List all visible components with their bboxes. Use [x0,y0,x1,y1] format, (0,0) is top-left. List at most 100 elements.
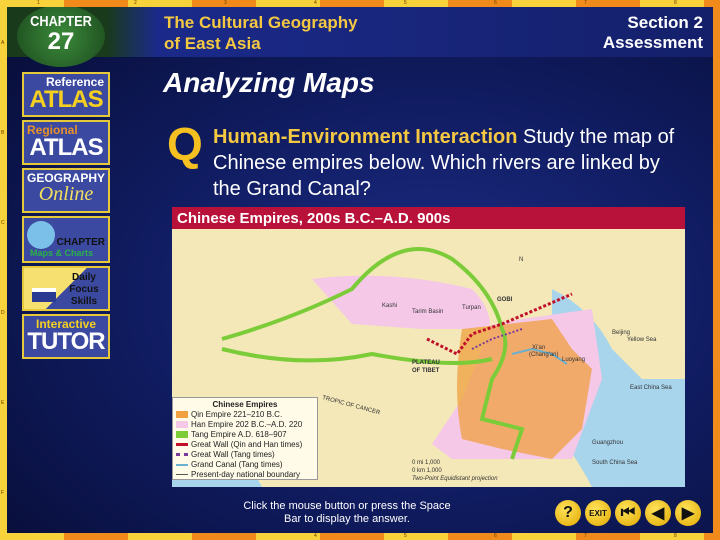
ruler-label: 4 [314,0,317,6]
north-arrow: N [519,257,523,263]
ruler-label: 1 [37,0,40,6]
slide-title: Analyzing Maps [163,67,375,98]
globe-chart-icon [27,221,55,249]
button-label: Daily Focus Skills [69,272,99,307]
legend-label: Great Wall (Tang times) [191,450,275,459]
label-tibet: OF TIBET [412,368,440,374]
swatch [176,463,188,466]
section-line1: Section 2 [627,13,703,32]
ruler-label: 6 [494,533,497,539]
ruler-left: A B C D E F [0,0,7,540]
ruler-label: 3 [224,0,227,6]
legend-label: Present-day national boundary [191,470,300,479]
ruler-label: 5 [404,0,407,6]
label-east-china-sea: East China Sea [630,385,672,391]
button-label: CHAPTER [56,237,105,248]
ruler-bottom: 4 5 6 7 8 [0,533,720,540]
first-slide-button[interactable]: ⏮ [615,500,641,526]
legend-label: Great Wall (Qin and Han times) [191,440,303,449]
question-text: Human-Environment Interaction Study the … [213,124,683,202]
label-xian: Xi'an [532,345,545,351]
interactive-tutor-button[interactable]: Interactive TUTOR [22,314,110,359]
swatch [176,443,188,447]
chapter-label: CHAPTER [30,13,92,30]
chapter-title: The Cultural Geography of East Asia [164,12,358,54]
swatch [176,421,188,429]
button-label: ATLAS [29,86,103,113]
label-kashi: Kashi [382,303,397,309]
scale-km: 0 km 1,000 [412,468,442,474]
button-label: GEOGRAPHY [26,171,105,185]
swatch [176,453,188,457]
section-title: Section 2 Assessment [603,13,703,53]
ruler-label: D [1,310,5,316]
swatch [176,474,188,476]
chapter-badge: CHAPTER 27 [17,7,105,67]
answer-hint: Click the mouse button or press the Spac… [243,500,451,525]
legend-item: Great Wall (Tang times) [176,450,314,460]
label-changan: (Chang'an) [529,352,559,358]
map-chinese-empires: Chinese Empires, 200s B.C.–A.D. 900s GOB… [172,207,685,487]
next-slide-button[interactable]: ▶ [675,500,701,526]
label-beijing: Beijing [612,330,630,336]
daily-focus-skills-button[interactable]: Daily Focus Skills [22,266,110,311]
section-line2: Assessment [602,33,703,52]
label-gobi: GOBI [497,297,513,303]
ruler-label: 4 [314,533,317,539]
legend-item: Qin Empire 221–210 B.C. [176,410,314,420]
button-label: Online [38,183,94,205]
button-label: Maps & Charts [30,248,94,258]
map-title: Chinese Empires, 200s B.C.–A.D. 900s [172,207,685,229]
legend-label: Han Empire 202 B.C.–A.D. 220 [191,420,303,429]
projection-label: Two-Point Equidistant projection [412,476,498,482]
help-button[interactable]: ? [555,500,581,526]
legend-item: Tang Empire A.D. 618–907 [176,430,314,440]
legend-item: Han Empire 202 B.C.–A.D. 220 [176,420,314,430]
podium-icon [32,288,56,302]
ruler-label: E [1,400,5,406]
legend-label: Grand Canal (Tang times) [191,460,283,469]
legend-label: Qin Empire 221–210 B.C. [191,410,283,419]
label-guangzhou: Guangzhou [592,440,623,446]
label-tarim-basin: Tarim Basin [412,309,443,315]
ruler-label: 5 [404,533,407,539]
scale-miles: 0 mi 1,000 [412,460,441,466]
question-icon: Q [167,118,203,170]
ruler-label: 7 [584,533,587,539]
ruler-label: 6 [494,0,497,6]
button-label: ATLAS [29,134,103,161]
label-yellow-sea: Yellow Sea [627,337,657,343]
ruler-label: 7 [584,0,587,6]
swatch [176,431,188,439]
chapter-title-line1: The Cultural Geography [164,13,358,32]
reference-atlas-button[interactable]: Reference ATLAS [22,72,110,117]
exit-button[interactable]: EXIT [585,500,611,526]
regional-atlas-button[interactable]: Regional ATLAS [22,120,110,165]
geography-online-button[interactable]: GEOGRAPHY Online [22,168,110,213]
chapter-maps-charts-button[interactable]: CHAPTER Maps & Charts [22,216,110,263]
legend-title: Chinese Empires [212,400,278,409]
slide: CHAPTER 27 The Cultural Geography of Eas… [7,7,713,533]
ruler-label: A [1,40,5,46]
navigation-buttons: ? EXIT ⏮ ◀ ▶ [555,500,701,526]
ruler-label: F [1,490,5,496]
legend-item: Present-day national boundary [176,470,314,480]
legend-item: Great Wall (Qin and Han times) [176,440,314,450]
ruler-top: 1 2 3 4 5 6 7 8 [0,0,720,7]
question-topic: Human-Environment Interaction [213,126,518,148]
previous-slide-button[interactable]: ◀ [645,500,671,526]
button-label: TUTOR [27,328,105,355]
ruler-label: B [1,130,5,136]
ruler-label: 8 [674,533,677,539]
label-plateau: PLATEAU [412,360,440,366]
legend-item: Grand Canal (Tang times) [176,460,314,470]
swatch [176,411,188,419]
sidebar: Reference ATLAS Regional ATLAS GEOGRAPHY On… [22,72,110,362]
label-turpan: Turpan [462,305,481,311]
label-luoyang: Luoyang [562,357,585,363]
header: CHAPTER 27 The Cultural Geography of Eas… [7,7,713,67]
legend-label: Tang Empire A.D. 618–907 [191,430,287,439]
label-south-china-sea: South China Sea [592,460,638,466]
map-legend: Chinese Empires Qin Empire 221–210 B.C. … [172,397,318,480]
ruler-label: 8 [674,0,677,6]
